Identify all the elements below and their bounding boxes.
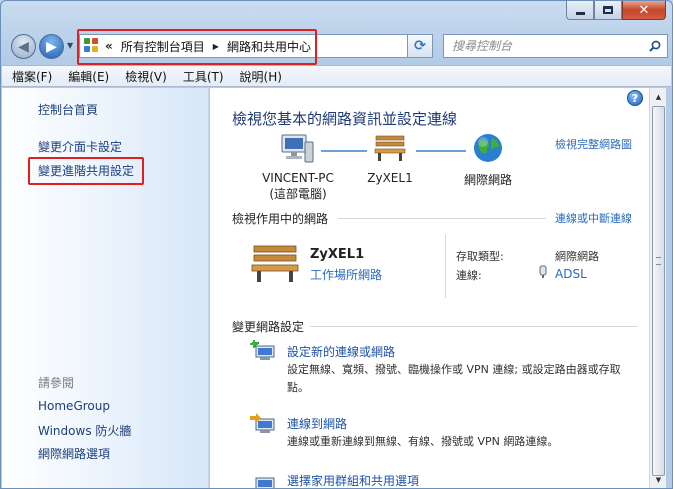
control-panel-icon [84,38,100,54]
access-type-value: 網際網路 [555,250,599,263]
address-bar[interactable]: « 所有控制台項目 ▶ 網路和共用中心 ▼ [79,34,429,58]
sidebar-link-change-adapter-settings[interactable]: 變更介面卡設定 [38,138,122,155]
connection-adsl-link[interactable]: ADSL [555,267,587,281]
sidebar-link-homegroup[interactable]: HomeGroup [38,399,110,413]
map-connector-router-internet [416,150,466,152]
map-node-router-label: ZyXEL1 [367,171,413,185]
vertical-scrollbar[interactable]: ▲ ▼ [649,88,666,488]
control-panel-window: ✕ ◀ ▶ ▼ « 所有控制台項目 ▶ 網路和共用中心 ▼ ⟳ [0,0,673,489]
maximize-button[interactable] [594,1,622,20]
breadcrumb-network-sharing-center[interactable]: 網路和共用中心 [227,38,311,55]
scroll-thumb[interactable] [652,106,665,476]
close-icon: ✕ [638,2,650,18]
map-node-pc-label: VINCENT-PC (這部電腦) [248,171,348,202]
homegroup-sharing-link[interactable]: 選擇家用群組和共用選項 [287,472,419,488]
scroll-down-icon[interactable]: ▼ [650,471,667,488]
maximize-icon [603,6,613,14]
active-networks-heading: 檢視作用中的網路 [232,212,329,226]
page-title: 檢視您基本的網路資訊並設定連線 [232,110,458,128]
thumb-grip-icon [656,257,661,265]
forward-button[interactable]: ▶ [39,34,64,59]
map-connector-pc-router [321,150,367,152]
search-icon[interactable] [649,40,661,52]
search-box[interactable] [443,34,668,58]
connect-to-network-link[interactable]: 連線到網路 [287,415,347,432]
back-arrow-icon: ◀ [18,38,29,55]
refresh-button[interactable]: ⟳ [407,34,433,58]
bench-icon [374,135,406,161]
minimize-button[interactable] [566,1,594,20]
sidebar-link-change-advanced-sharing[interactable]: 變更進階共用設定 [38,162,134,179]
connect-disconnect-link[interactable]: 連線或中斷連線 [555,210,632,226]
pc-name: VINCENT-PC [262,171,334,185]
menu-bar: 檔案(F) 編輯(E) 檢視(V) 工具(T) 說明(H) [2,65,671,87]
back-button[interactable]: ◀ [11,34,36,59]
help-icon[interactable]: ? [627,90,643,106]
breadcrumb-separator-icon[interactable]: ▶ [213,42,219,51]
forward-arrow-icon: ▶ [46,38,57,55]
breadcrumb-all-control-panel-items[interactable]: 所有控制台項目 [121,38,205,55]
close-button[interactable]: ✕ [622,1,666,20]
active-networks-rule [338,218,546,219]
recent-pages-dropdown-icon[interactable]: ▼ [67,41,73,50]
navigation-bar: ◀ ▶ ▼ « 所有控制台項目 ▶ 網路和共用中心 ▼ ⟳ [9,31,668,61]
connect-to-network-icon [250,413,275,433]
see-also-heading: 請參閱 [38,376,75,390]
pc-sublabel: (這部電腦) [269,187,327,201]
sidebar-link-internet-options[interactable]: 網際網路選項 [38,445,110,462]
connection-label: 連線: [456,269,482,282]
menu-view[interactable]: 檢視(V) [125,68,167,85]
new-connection-icon [250,340,275,360]
sidebar-link-control-panel-home[interactable]: 控制台首頁 [38,101,98,118]
setup-new-connection-desc: 設定無線、寬頻、撥號、臨機操作或 VPN 連線; 或設定路由器或存取點。 [287,363,621,394]
computer-icon [281,134,314,163]
access-type-label: 存取類型: [456,250,504,263]
active-network-name: ZyXEL1 [310,247,365,262]
network-type-link[interactable]: 工作場所網路 [310,266,382,283]
network-bench-icon [251,245,299,282]
refresh-icon: ⟳ [414,38,426,54]
view-full-map-link[interactable]: 檢視完整網路圖 [555,136,632,152]
adsl-connection-icon [539,265,547,278]
minimize-icon [575,11,585,15]
scroll-up-icon[interactable]: ▲ [650,88,667,105]
sidebar-link-windows-firewall[interactable]: Windows 防火牆 [38,422,131,439]
main-content: ? 檢視您基本的網路資訊並設定連線 檢視完整網路圖 VINCENT-PC (這部… [210,88,649,488]
breadcrumb-overflow[interactable]: « [105,39,113,53]
homegroup-icon [255,477,275,488]
menu-tools[interactable]: 工具(T) [183,68,224,85]
change-settings-heading: 變更網路設定 [232,320,305,334]
menu-file[interactable]: 檔案(F) [12,68,52,85]
setup-new-connection-link[interactable]: 設定新的連線或網路 [287,343,395,360]
task-sidebar: 控制台首頁 變更介面卡設定 變更進階共用設定 請參閱 HomeGroup Win… [2,88,209,488]
change-settings-rule [310,326,638,327]
map-node-internet-label: 網際網路 [463,173,512,187]
window-controls: ✕ [566,1,666,20]
globe-icon [474,134,502,162]
menu-help[interactable]: 說明(H) [240,68,282,85]
active-network-divider [445,234,446,298]
connect-to-network-desc: 連線或重新連線到無線、有線、撥號或 VPN 網路連線。 [287,435,559,448]
search-input[interactable] [452,39,642,53]
menu-edit[interactable]: 編輯(E) [68,68,109,85]
